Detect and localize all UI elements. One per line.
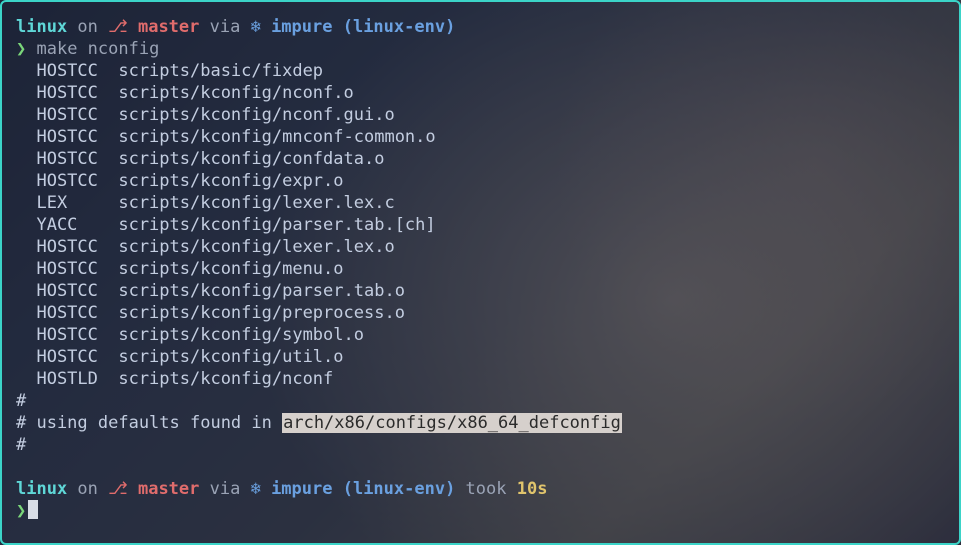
prompt-symbol: ❯ (16, 501, 26, 521)
build-line: HOSTCC scripts/kconfig/lexer.lex.o (16, 236, 945, 258)
command-line-2[interactable]: ❯ (16, 500, 945, 522)
nix-icon: ❄ (251, 16, 261, 38)
defaults-line: # using defaults found in arch/x86/confi… (16, 412, 945, 434)
build-line: LEX scripts/kconfig/lexer.lex.c (16, 192, 945, 214)
build-line: HOSTCC scripts/kconfig/parser.tab.o (16, 280, 945, 302)
impure-label: impure (261, 479, 333, 499)
took-label: took (455, 479, 516, 499)
build-output: HOSTCC scripts/basic/fixdep HOSTCC scrip… (16, 60, 945, 390)
impure-label: impure (261, 17, 333, 37)
build-line: HOSTCC scripts/basic/fixdep (16, 60, 945, 82)
nix-icon: ❄ (251, 478, 261, 500)
build-line: HOSTCC scripts/kconfig/confdata.o (16, 148, 945, 170)
env-name: (linux-env) (332, 479, 455, 499)
comment-hash: # (16, 434, 945, 456)
build-line: HOSTCC scripts/kconfig/expr.o (16, 170, 945, 192)
command-line-1: ❯ make nconfig (16, 38, 945, 60)
defaults-path-highlight: arch/x86/configs/x86_64_defconfig (282, 413, 622, 433)
build-line: HOSTCC scripts/kconfig/mnconf-common.o (16, 126, 945, 148)
build-line: HOSTCC scripts/kconfig/nconf.o (16, 82, 945, 104)
cwd: linux (16, 479, 67, 499)
defaults-prefix: # using defaults found in (16, 413, 282, 433)
git-branch: master (128, 479, 200, 499)
git-branch-icon: ⎇ (108, 478, 128, 500)
terminal-window[interactable]: linux on ⎇ master via ❄ impure (linux-en… (0, 0, 961, 545)
sep-on: on (67, 479, 108, 499)
git-branch-icon: ⎇ (108, 16, 128, 38)
comment-hash: # (16, 390, 945, 412)
duration: 10s (517, 479, 548, 499)
command-text: make nconfig (26, 39, 159, 59)
git-branch: master (128, 17, 200, 37)
sep-on: on (67, 17, 108, 37)
sep-via: via (199, 479, 250, 499)
cwd: linux (16, 17, 67, 37)
cursor-block (28, 500, 38, 519)
build-line: HOSTCC scripts/kconfig/nconf.gui.o (16, 104, 945, 126)
sep-via: via (199, 17, 250, 37)
build-line: HOSTCC scripts/kconfig/preprocess.o (16, 302, 945, 324)
env-name: (linux-env) (332, 17, 455, 37)
build-line: HOSTLD scripts/kconfig/nconf (16, 368, 945, 390)
build-line: HOSTCC scripts/kconfig/symbol.o (16, 324, 945, 346)
prompt-line-1: linux on ⎇ master via ❄ impure (linux-en… (16, 16, 945, 38)
build-line: HOSTCC scripts/kconfig/util.o (16, 346, 945, 368)
prompt-symbol: ❯ (16, 39, 26, 59)
build-line: HOSTCC scripts/kconfig/menu.o (16, 258, 945, 280)
prompt-line-2: linux on ⎇ master via ❄ impure (linux-en… (16, 478, 945, 500)
build-line: YACC scripts/kconfig/parser.tab.[ch] (16, 214, 945, 236)
